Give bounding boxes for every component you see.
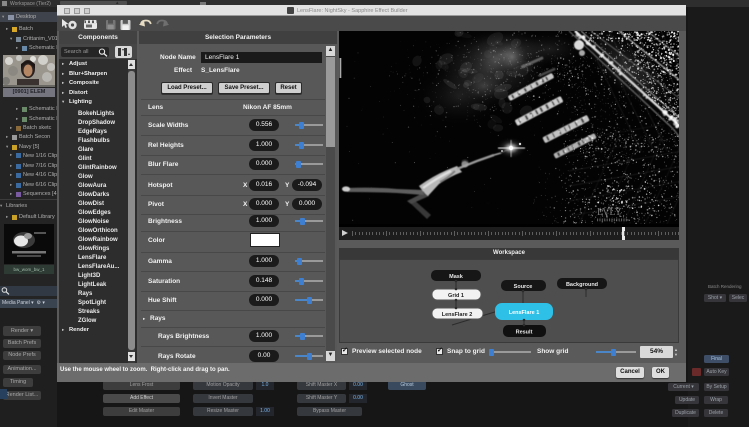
svg-text:LensFlare 1: LensFlare 1 [509,310,540,316]
svg-text:LensFlare 2: LensFlare 2 [442,312,473,318]
svg-text:Background: Background [566,282,598,288]
svg-text:LVLY: LVLY [597,207,622,218]
svg-text:Grid 1: Grid 1 [448,293,464,299]
svg-text:Mask: Mask [449,274,464,280]
svg-text:Result: Result [516,329,533,335]
svg-text:Source: Source [514,284,533,290]
